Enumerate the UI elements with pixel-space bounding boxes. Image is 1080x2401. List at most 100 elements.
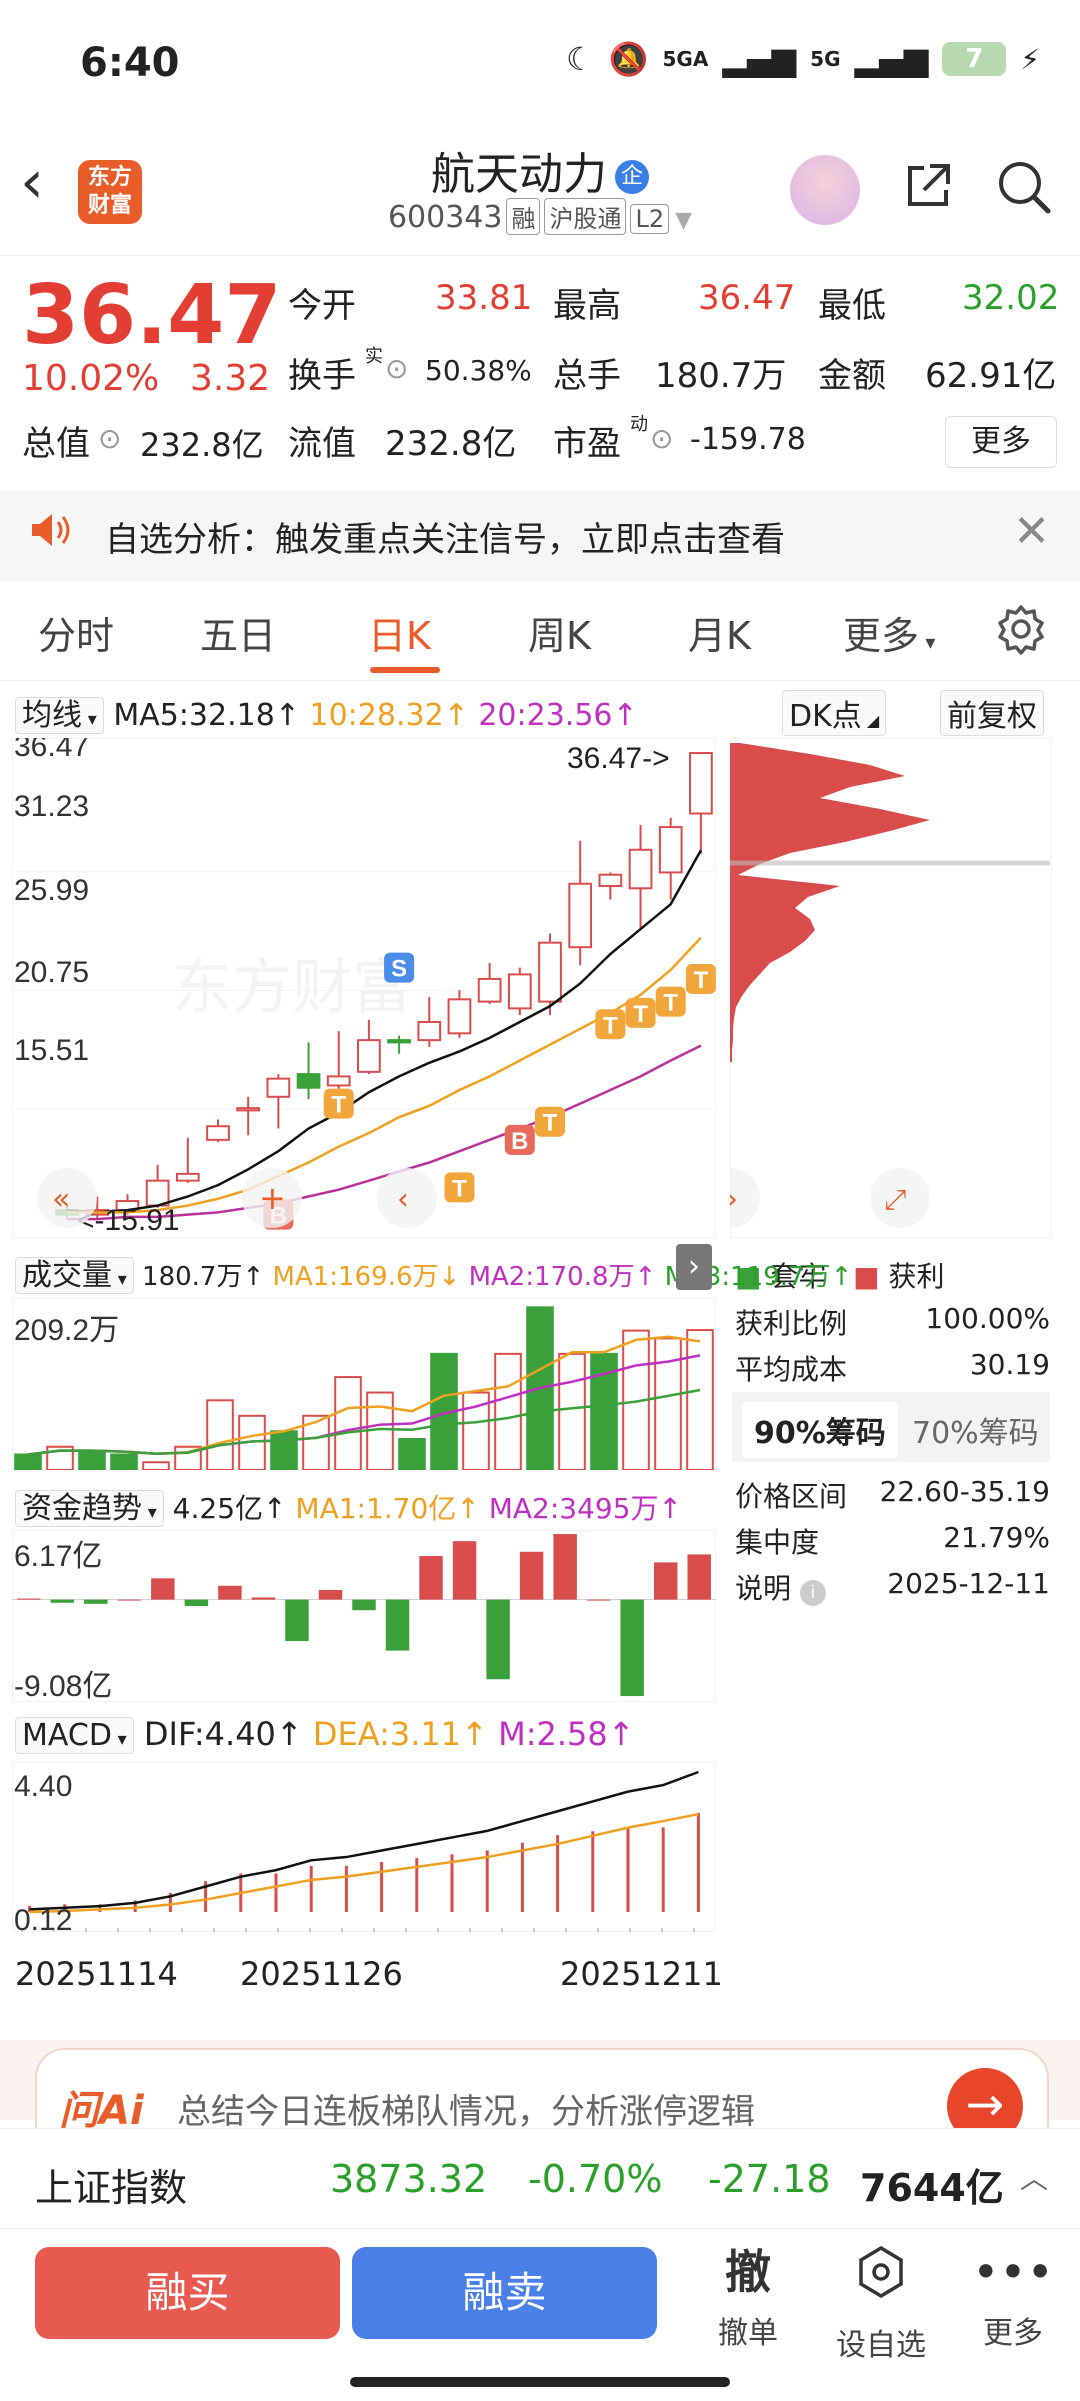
profit-ratio-value: 100.00% bbox=[925, 1302, 1050, 1335]
back-button[interactable]: ‹ bbox=[20, 152, 44, 212]
fund-trend-chart[interactable]: 6.17亿 -9.08亿 bbox=[12, 1530, 716, 1702]
volume-bar bbox=[270, 1430, 298, 1470]
hexagon-icon bbox=[826, 2244, 936, 2312]
margin-buy-button[interactable]: 融买 bbox=[35, 2247, 340, 2339]
fund-bar bbox=[318, 1590, 343, 1600]
ai-prompt: 总结今日连板梯队情况，分析涨停逻辑 bbox=[177, 2092, 755, 2132]
volume-bar bbox=[142, 1461, 170, 1470]
signal-icon-2: ▂▄▆ bbox=[854, 40, 929, 78]
mcap-label: 总值 bbox=[22, 424, 90, 464]
tab-chip-70[interactable]: 70%筹码 bbox=[912, 1408, 1039, 1452]
tab-chip-90[interactable]: 90%筹码 bbox=[742, 1402, 898, 1458]
status-time: 6:40 bbox=[80, 40, 180, 86]
float-label: 流值 bbox=[288, 424, 356, 464]
y-axis-label: 20.75 bbox=[14, 956, 89, 989]
concentration-value: 21.79% bbox=[943, 1521, 1050, 1554]
tab-underline bbox=[370, 667, 440, 673]
tag-l2: L2 bbox=[630, 204, 670, 234]
tab-monthly-k[interactable]: 月K bbox=[688, 605, 751, 660]
signal-marker-label: T bbox=[331, 1092, 346, 1119]
float-value: 232.8亿 bbox=[385, 424, 517, 464]
tab-weekly-k[interactable]: 周K bbox=[528, 605, 591, 660]
fund-bar bbox=[452, 1541, 477, 1600]
fund-today: 4.25亿 bbox=[172, 1492, 264, 1525]
vol-ma1: MA1:169.6万 bbox=[272, 1262, 439, 1292]
status-icons: ☾ 🔕 5GA ▂▄▆ 5G ▂▄▆ 7 ⚡ bbox=[566, 40, 1040, 78]
signal-banner[interactable]: 自选分析：触发重点关注信号，立即点击查看 ✕ bbox=[0, 490, 1080, 582]
candle bbox=[507, 973, 532, 1010]
macd-frame bbox=[12, 1762, 716, 1932]
stock-code: 600343 bbox=[387, 200, 503, 235]
volume-chart[interactable]: 209.2万 bbox=[12, 1298, 716, 1470]
macd-header: MACD ▾ DIF:4.40↑ DEA:3.11↑ M:2.58↑ bbox=[15, 1715, 635, 1754]
margin-sell-button[interactable]: 融卖 bbox=[352, 2247, 657, 2339]
price-range-label: 价格区间 bbox=[735, 1480, 848, 1513]
candle bbox=[236, 1107, 261, 1112]
volume-bar bbox=[398, 1438, 426, 1470]
turnover-label: 换手 bbox=[288, 356, 356, 396]
fund-select[interactable]: 资金趋势 ▾ bbox=[15, 1490, 164, 1527]
candle bbox=[417, 1021, 442, 1042]
adjust-select[interactable]: 前复权 bbox=[940, 690, 1044, 736]
index-value: 3873.32 bbox=[330, 2157, 488, 2201]
mcap-value: 232.8亿 bbox=[140, 426, 264, 464]
fund-bar bbox=[84, 1599, 108, 1604]
info-icon-4: i bbox=[799, 1580, 826, 1606]
assistant-avatar[interactable] bbox=[790, 155, 860, 225]
volume-bar bbox=[78, 1449, 106, 1470]
app-header: 航天动力企 600343 融沪股通 L2 ▼ ‹ 东方 财富 bbox=[0, 130, 1080, 256]
add-watchlist-button[interactable]: 设自选 bbox=[826, 2244, 936, 2364]
cancel-order-button[interactable]: 撤 撤单 bbox=[693, 2244, 803, 2352]
signal-marker-label: S bbox=[391, 956, 407, 983]
more-actions-button[interactable]: ••• 更多 bbox=[958, 2244, 1068, 2352]
search-icon[interactable] bbox=[995, 158, 1053, 230]
macd-chart[interactable]: 4.40 0.12 bbox=[12, 1762, 716, 1932]
price-range-value: 22.60-35.19 bbox=[879, 1475, 1050, 1508]
chip-tabs: 90%筹码 70%筹码 bbox=[732, 1392, 1050, 1462]
info-icon-3[interactable]: ⊙ bbox=[650, 422, 673, 455]
pe-sup: 动 bbox=[630, 414, 648, 435]
fund-bar bbox=[285, 1599, 309, 1642]
macd-select[interactable]: MACD ▾ bbox=[15, 1717, 134, 1754]
collapse-panel-button[interactable]: › bbox=[676, 1244, 712, 1290]
share-icon[interactable] bbox=[900, 158, 956, 228]
right-blank bbox=[725, 1730, 1055, 2020]
watermark: 东方财富 bbox=[172, 954, 412, 1021]
fund-bar bbox=[184, 1599, 209, 1606]
signal-marker-label: T bbox=[694, 967, 709, 994]
note-label[interactable]: 说明 i bbox=[735, 1567, 826, 1607]
info-icon[interactable]: ⊙ bbox=[385, 352, 408, 385]
chevron-up-icon[interactable]: ︿ bbox=[1020, 2157, 1048, 2197]
ma10-value: 10:28.32 bbox=[309, 698, 444, 733]
index-ticker[interactable]: 上证指数 3873.32 -0.70% -27.18 7644亿 ︿ bbox=[0, 2128, 1080, 2229]
volume-select[interactable]: 成交量 ▾ bbox=[15, 1257, 134, 1294]
y-axis-label: 15.51 bbox=[14, 1034, 89, 1067]
dropdown-icon[interactable]: ▼ bbox=[675, 208, 692, 233]
candle bbox=[538, 941, 562, 1003]
tab-intraday[interactable]: 分时 bbox=[38, 605, 114, 660]
app-logo: 东方 财富 bbox=[78, 160, 142, 224]
low-label: 最低 bbox=[818, 286, 886, 326]
chip-distribution-chart[interactable]: › ⤢ bbox=[730, 738, 1052, 1238]
dk-point-select[interactable]: DK点 ◢ bbox=[782, 690, 887, 736]
quote-more-button[interactable]: 更多 bbox=[945, 416, 1057, 468]
pe-value: -159.78 bbox=[690, 422, 806, 457]
amount-value: 62.91亿 bbox=[925, 356, 1057, 396]
more-dots-icon: ••• bbox=[972, 2245, 1054, 2299]
signal-marker-label: T bbox=[633, 1001, 648, 1028]
bottom-actions: 融买 融卖 撤 撤单 设自选 ••• 更多 bbox=[0, 2228, 1080, 2401]
date-axis-start: 20251114 bbox=[15, 1955, 178, 1993]
signal-marker-label: T bbox=[543, 1110, 558, 1137]
candle bbox=[628, 848, 653, 890]
info-icon-2[interactable]: ⊙ bbox=[98, 422, 121, 455]
tab-five-day[interactable]: 五日 bbox=[200, 605, 276, 660]
settings-icon[interactable] bbox=[995, 603, 1047, 659]
candle bbox=[206, 1125, 230, 1141]
kline-chart[interactable]: 东方财富 36.4731.2325.9920.7515.51 TSTBBTTTT… bbox=[12, 738, 716, 1238]
ma-select[interactable]: 均线 ▾ bbox=[15, 697, 104, 734]
signal-5ga: 5GA bbox=[662, 47, 709, 71]
close-icon[interactable]: ✕ bbox=[1013, 506, 1050, 557]
tab-more[interactable]: 更多 ▾ bbox=[843, 605, 935, 660]
tab-daily-k[interactable]: 日K bbox=[368, 605, 431, 660]
fund-bar bbox=[50, 1599, 75, 1603]
